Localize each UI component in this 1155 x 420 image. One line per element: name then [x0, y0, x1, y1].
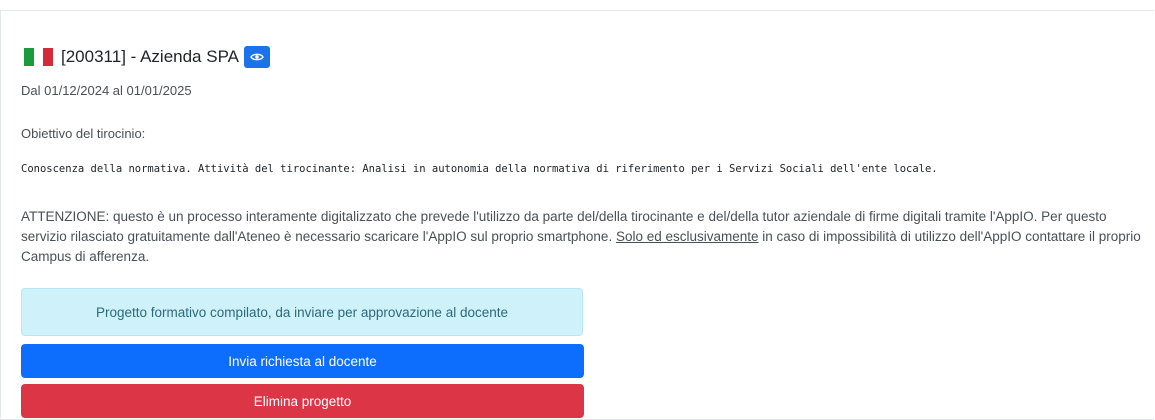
- status-alert: Progetto formativo compilato, da inviare…: [21, 288, 583, 336]
- objective-label: Obiettivo del tirocinio:: [21, 126, 146, 141]
- notice-underlined-text: Solo ed esclusivamente: [615, 229, 759, 244]
- italian-flag-icon: [24, 48, 57, 66]
- view-button[interactable]: [244, 46, 270, 68]
- eye-icon: [250, 53, 264, 61]
- project-period: Dal 01/12/2024 al 01/01/2025: [21, 83, 192, 98]
- objective-text: Conoscenza della normativa. Attività del…: [21, 163, 938, 175]
- delete-project-button[interactable]: Elimina progetto: [21, 384, 584, 418]
- project-title: [200311] - Azienda SPA: [61, 47, 239, 66]
- attention-notice: ATTENZIONE: questo è un processo interam…: [21, 207, 1141, 267]
- send-request-button[interactable]: Invia richiesta al docente: [21, 344, 584, 378]
- project-card: [200311] - Azienda SPA Dal 01/12/2024 al…: [0, 10, 1154, 420]
- project-header: [200311] - Azienda SPA: [24, 44, 270, 70]
